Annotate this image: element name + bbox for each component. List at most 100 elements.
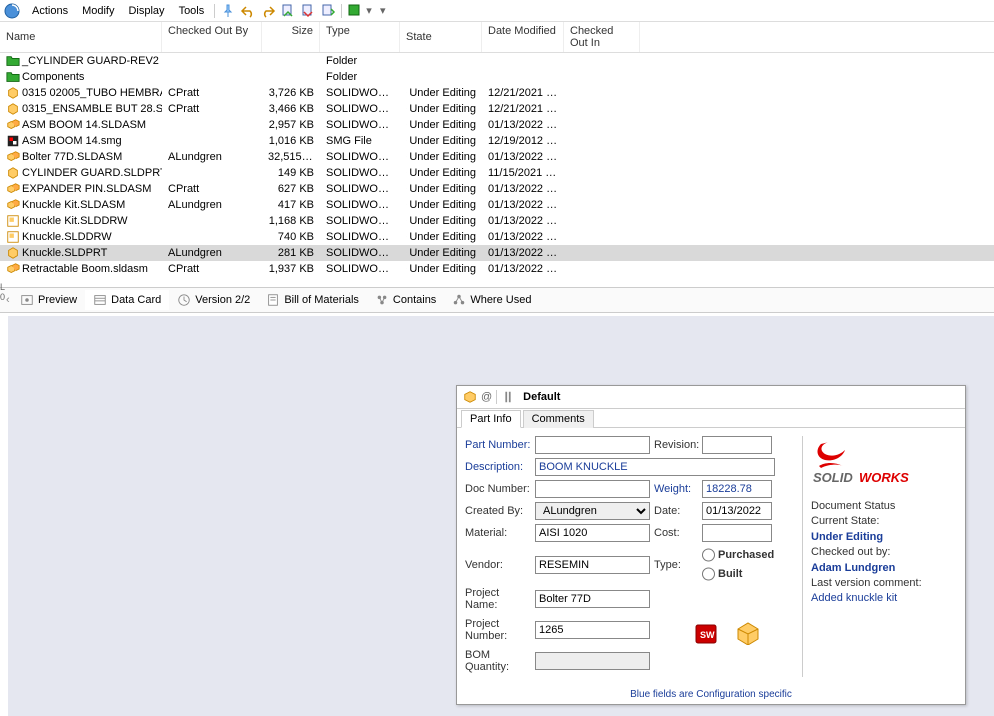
file-row[interactable]: Knuckle Kit.SLDASMALundgren417 KBSOLIDWO… xyxy=(0,197,994,213)
file-state: Under Editing xyxy=(400,135,482,147)
file-state: Under Editing xyxy=(400,231,482,243)
input-revision[interactable] xyxy=(702,436,772,454)
col-header-type[interactable]: Type xyxy=(320,22,400,52)
input-material[interactable] xyxy=(535,524,650,542)
detail-tabs: ‹ Preview Data Card Version 2/2 Bill of … xyxy=(0,287,994,313)
radio-purchased[interactable]: Purchased xyxy=(702,546,774,564)
at-icon: @ xyxy=(481,391,492,403)
file-size: 3,466 KB xyxy=(262,103,320,115)
col-header-size[interactable]: Size xyxy=(262,22,320,52)
file-row[interactable]: Knuckle.SLDDRW740 KBSOLIDWORKS ... Under… xyxy=(0,229,994,245)
input-weight[interactable] xyxy=(702,480,772,498)
menu-display[interactable]: Display xyxy=(122,4,170,18)
card-tab-partinfo[interactable]: Part Info xyxy=(461,410,521,428)
file-row[interactable]: 0315 02005_TUBO HEMBRA ...CPratt3,726 KB… xyxy=(0,85,994,101)
input-bomquantity[interactable] xyxy=(535,652,650,670)
label-weight: Weight: xyxy=(654,483,698,495)
file-date: 12/19/2012 19:... xyxy=(482,135,564,147)
input-cost[interactable] xyxy=(702,524,772,542)
status-currentstate-value: Under Editing xyxy=(811,530,957,545)
file-row[interactable]: ASM BOOM 14.smg1,016 KBSMG File Under Ed… xyxy=(0,133,994,149)
sw-doc-icon: SW xyxy=(694,621,722,645)
col-header-name[interactable]: Name xyxy=(0,22,162,52)
menu-modify[interactable]: Modify xyxy=(76,4,120,18)
file-state: Under Editing xyxy=(400,263,482,275)
menu-actions[interactable]: Actions xyxy=(26,4,74,18)
file-row[interactable]: _CYLINDER GUARD-REV2Folder xyxy=(0,53,994,69)
file-checkedoutby: CPratt xyxy=(162,263,262,275)
tool-icon[interactable] xyxy=(347,3,363,19)
tab-whereused[interactable]: Where Used xyxy=(444,290,539,310)
file-row[interactable]: CYLINDER GUARD.SLDPRT149 KBSOLIDWORKS ..… xyxy=(0,165,994,181)
radio-built[interactable]: Built xyxy=(702,565,774,583)
pin-icon[interactable] xyxy=(220,3,236,19)
file-type-icon xyxy=(6,134,20,148)
file-size: 149 KB xyxy=(262,167,320,179)
file-date: 01/13/2022 16:... xyxy=(482,247,564,259)
part-icon xyxy=(463,390,477,404)
file-date: 12/21/2021 14:... xyxy=(482,87,564,99)
file-name: Knuckle Kit.SLDASM xyxy=(22,199,125,211)
file-row[interactable]: Bolter 77D.SLDASMALundgren32,515 KBSOLID… xyxy=(0,149,994,165)
file-checkedoutby: ALundgren xyxy=(162,199,262,211)
checkin-icon[interactable] xyxy=(280,3,296,19)
input-vendor[interactable] xyxy=(535,556,650,574)
col-header-datemodified[interactable]: Date Modified xyxy=(482,22,564,52)
file-row[interactable]: 0315_ENSAMBLE BUT 28.SL...CPratt3,466 KB… xyxy=(0,101,994,117)
dropdown-icon[interactable]: ▾ xyxy=(375,3,391,19)
file-size: 1,168 KB xyxy=(262,215,320,227)
input-docnumber[interactable] xyxy=(535,480,650,498)
tab-contains-label: Contains xyxy=(393,294,436,306)
input-projectname[interactable] xyxy=(535,590,650,608)
file-row[interactable]: Retractable Boom.sldasmCPratt1,937 KBSOL… xyxy=(0,261,994,277)
input-date[interactable] xyxy=(702,502,772,520)
input-createdby[interactable]: ALundgren xyxy=(535,502,650,520)
col-header-checkedoutin[interactable]: Checked Out In xyxy=(564,22,640,52)
file-name: CYLINDER GUARD.SLDPRT xyxy=(22,167,162,179)
file-row[interactable]: EXPANDER PIN.SLDASMCPratt627 KBSOLIDWORK… xyxy=(0,181,994,197)
getlatest-icon[interactable] xyxy=(320,3,336,19)
input-description[interactable] xyxy=(535,458,775,476)
file-type-icon xyxy=(6,166,20,180)
input-partnumber[interactable] xyxy=(535,436,650,454)
file-row[interactable]: ComponentsFolder xyxy=(0,69,994,85)
file-date: 01/13/2022 16:... xyxy=(482,183,564,195)
tab-bom[interactable]: Bill of Materials xyxy=(258,290,367,310)
file-list: Name Checked Out By Size Type State Date… xyxy=(0,22,994,277)
card-tab-comments[interactable]: Comments xyxy=(523,410,594,428)
tab-preview[interactable]: Preview xyxy=(12,290,85,310)
tab-version[interactable]: Version 2/2 xyxy=(169,290,258,310)
col-header-state[interactable]: State xyxy=(400,22,482,52)
file-row[interactable]: Knuckle Kit.SLDDRW 1,168 KBSOLIDWORKS ...… xyxy=(0,213,994,229)
file-type-icon xyxy=(6,198,20,212)
col-header-checkedoutby[interactable]: Checked Out By xyxy=(162,22,262,52)
file-date: 11/15/2021 15:... xyxy=(482,167,564,179)
tab-datacard[interactable]: Data Card xyxy=(85,290,169,310)
status-docstatus: Document Status xyxy=(811,499,957,514)
file-type-icon xyxy=(6,182,20,196)
label-partnumber: Part Number: xyxy=(465,439,531,451)
file-type: SOLIDWORKS ... xyxy=(320,87,400,99)
file-size: 627 KB xyxy=(262,183,320,195)
file-type: SOLIDWORKS ... xyxy=(320,215,400,227)
file-checkedoutby: CPratt xyxy=(162,87,262,99)
redo-icon[interactable] xyxy=(260,3,276,19)
menubar: Actions Modify Display Tools ▾ ▾ xyxy=(0,0,994,22)
tab-contains[interactable]: Contains xyxy=(367,290,444,310)
file-name: Components xyxy=(22,71,84,83)
tab-whereused-label: Where Used xyxy=(470,294,531,306)
file-name: EXPANDER PIN.SLDASM xyxy=(22,183,151,195)
file-row[interactable]: ASM BOOM 14.SLDASM2,957 KBSOLIDWORKS ...… xyxy=(0,117,994,133)
file-size: 3,726 KB xyxy=(262,87,320,99)
file-name: Bolter 77D.SLDASM xyxy=(22,151,122,163)
file-type: SOLIDWORKS ... xyxy=(320,263,400,275)
file-date: 01/13/2022 16:... xyxy=(482,199,564,211)
checkout-icon[interactable] xyxy=(300,3,316,19)
file-type-icon xyxy=(6,230,20,244)
menu-tools[interactable]: Tools xyxy=(173,4,211,18)
version-icon xyxy=(177,293,191,307)
file-name: Knuckle Kit.SLDDRW xyxy=(22,215,128,227)
file-row[interactable]: Knuckle.SLDPRTALundgren281 KBSOLIDWORKS … xyxy=(0,245,994,261)
input-projectnumber[interactable] xyxy=(535,621,650,639)
undo-icon[interactable] xyxy=(240,3,256,19)
